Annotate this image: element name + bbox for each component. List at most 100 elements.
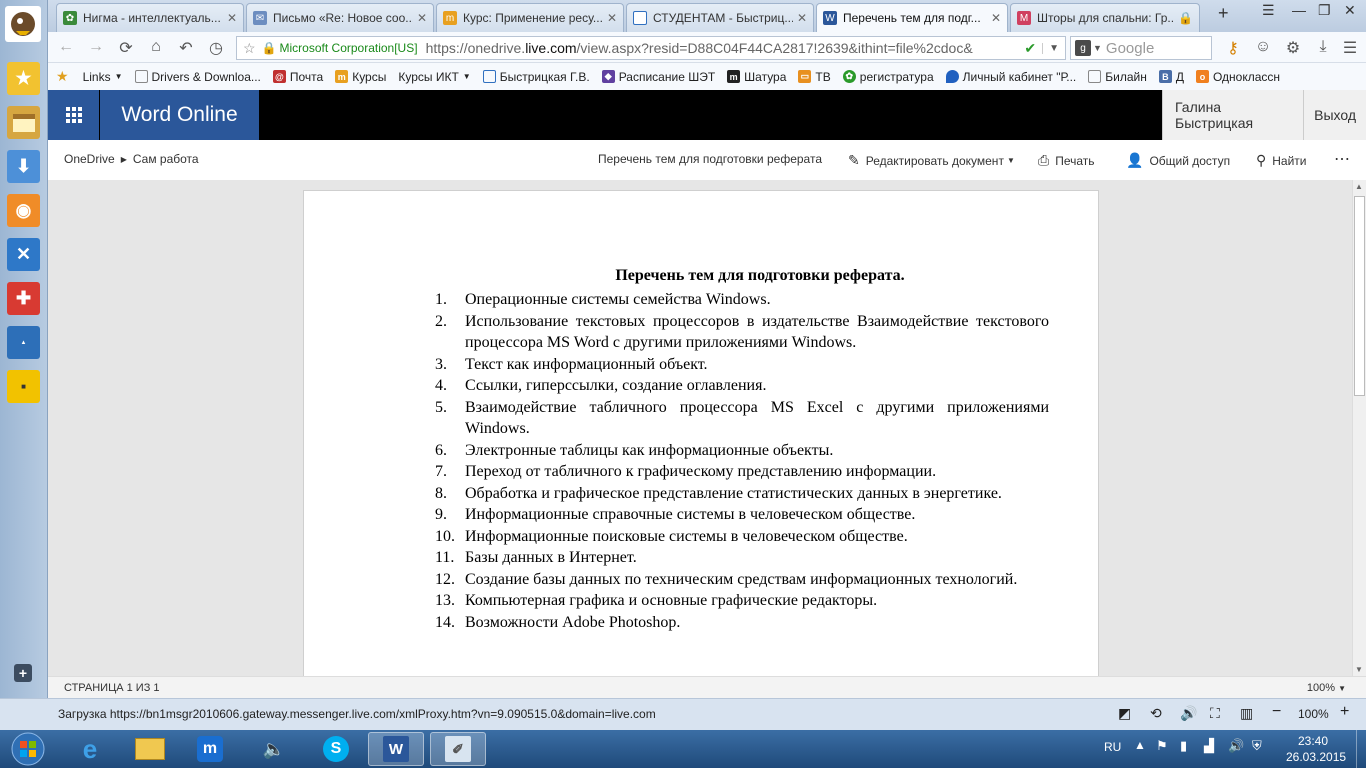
undo-close-icon[interactable]: ↶ — [176, 38, 196, 58]
close-icon[interactable]: ✕ — [417, 11, 427, 25]
add-panel-icon[interactable]: + — [14, 664, 32, 682]
downloads-icon[interactable]: ⬇ — [7, 150, 40, 183]
extension-icon[interactable]: ✔ — [1018, 40, 1042, 57]
tab-curtains[interactable]: M Шторы для спальни: Гр... 🔒 — [1010, 3, 1200, 32]
tray-chevron-icon[interactable]: ▲ — [1134, 738, 1146, 752]
reload-icon[interactable]: ⟳ — [116, 38, 136, 58]
volume-icon[interactable]: 🔊 — [1228, 738, 1244, 754]
dropdown-icon[interactable]: ▼ — [1042, 42, 1065, 54]
shield-icon[interactable]: ⛨ — [1252, 738, 1262, 754]
bookmark-ikt[interactable]: Курсы ИКТ ▼ — [398, 70, 470, 84]
document-canvas[interactable]: Перечень тем для подготовки реферата. 1.… — [48, 180, 1352, 690]
bookmark-odnoklassniki[interactable]: o Одноклассн — [1195, 70, 1280, 84]
back-icon[interactable]: ← — [56, 38, 76, 56]
close-icon[interactable]: ✕ — [797, 11, 807, 25]
browser-logo-icon[interactable] — [5, 6, 41, 42]
games-icon[interactable]: ✚ — [7, 282, 40, 315]
search-engine-dropdown-icon[interactable]: ▼ — [1093, 43, 1102, 53]
bookmark-schedule[interactable]: ◆ Расписание ШЭТ — [601, 70, 715, 84]
bookmark-bystritskaya[interactable]: Быстрицкая Г.В. — [482, 70, 590, 84]
tab-mail[interactable]: ✉ Письмо «Re: Новое соо... ✕ — [246, 3, 434, 32]
print-button[interactable]: ⎙ Печать — [1038, 152, 1095, 169]
address-bar[interactable]: ☆ 🔒 Microsoft Corporation[US] https://on… — [236, 36, 1066, 60]
maximize-button[interactable]: ❐ — [1318, 2, 1331, 19]
rss-icon[interactable]: ◉ — [7, 194, 40, 227]
browser-taskbar-icon[interactable]: ✐ — [430, 732, 486, 766]
fullscreen-icon[interactable]: ⛶ — [1210, 705, 1220, 722]
breadcrumb-onedrive[interactable]: OneDrive — [64, 152, 115, 166]
skype-icon[interactable]: S — [308, 732, 364, 766]
vertical-scrollbar[interactable]: ▲ ▼ — [1352, 180, 1366, 676]
history-icon[interactable]: ◷ — [206, 38, 226, 58]
scroll-thumb[interactable] — [1354, 196, 1365, 396]
zoom-out-icon[interactable]: − — [1272, 703, 1281, 721]
tab-students[interactable]: СТУДЕНТАМ - Быстриц... ✕ — [626, 3, 814, 32]
favorites-star-icon[interactable]: ★ — [56, 68, 69, 85]
breadcrumb-folder[interactable]: Сам работа — [133, 152, 199, 166]
close-icon[interactable]: ✕ — [227, 11, 237, 25]
bookmark-tv[interactable]: ▭ ТВ — [798, 70, 831, 84]
bookmark-vk[interactable]: BД — [1158, 70, 1184, 84]
user-name[interactable]: Галина Быстрицкая — [1162, 90, 1303, 140]
app-name[interactable]: Word Online — [100, 90, 259, 140]
taxi-icon[interactable]: ■ — [7, 370, 40, 403]
start-button[interactable] — [4, 732, 52, 766]
key-icon[interactable]: ⚷ — [1223, 38, 1243, 58]
bookmarks-star-icon[interactable]: ★ — [7, 62, 40, 95]
tabs-menu-icon[interactable]: ☰ — [1262, 2, 1275, 19]
flag-icon[interactable]: ⚑ — [1156, 738, 1168, 754]
more-options-icon[interactable]: ⋯ — [1334, 149, 1350, 169]
bookmark-drivers[interactable]: Drivers & Downloa... — [134, 70, 261, 84]
panels-icon[interactable]: ▥ — [1240, 705, 1253, 722]
internet-explorer-icon[interactable]: e — [62, 732, 118, 766]
tab-nigma[interactable]: ✿ Нигма - интеллектуаль... ✕ — [56, 3, 244, 32]
notes-icon[interactable] — [7, 106, 40, 139]
audio-player-icon[interactable]: 🔈 — [246, 732, 302, 766]
edit-document-button[interactable]: ✎ Редактировать документ ▼ — [848, 152, 1015, 169]
tab-word-document[interactable]: W Перечень тем для подг... ✕ — [816, 3, 1008, 32]
new-tab-button[interactable]: + — [1218, 3, 1229, 24]
bookmark-links[interactable]: Links ▼ — [83, 70, 123, 84]
find-button[interactable]: ⚲ Найти — [1256, 152, 1307, 169]
user-icon[interactable]: ☺ — [1253, 38, 1273, 56]
chart-icon[interactable]: ◩ — [1118, 705, 1131, 722]
file-explorer-icon[interactable] — [122, 732, 178, 766]
maxthon-icon[interactable]: m — [182, 732, 238, 766]
app-launcher-button[interactable] — [48, 90, 99, 140]
close-icon[interactable]: ✕ — [991, 11, 1001, 25]
share-button[interactable]: 👤 Общий доступ — [1126, 152, 1230, 169]
menu-icon[interactable]: ☰ — [1340, 38, 1360, 58]
bookmark-beeline[interactable]: Билайн — [1088, 70, 1147, 84]
search-input[interactable]: g ▼ Google — [1070, 36, 1212, 60]
zoom-in-icon[interactable]: + — [1340, 703, 1349, 721]
download-icon[interactable]: ⤓ — [1313, 38, 1333, 56]
home-icon[interactable]: ⌂ — [146, 38, 166, 56]
network-icon[interactable]: ▟ — [1204, 738, 1214, 754]
clock-date[interactable]: 26.03.2015 — [1286, 750, 1346, 764]
scroll-down-icon[interactable]: ▼ — [1355, 665, 1363, 674]
tab-course[interactable]: m Курс: Применение ресу... ✕ — [436, 3, 624, 32]
forward-icon[interactable]: → — [86, 38, 106, 56]
bookmark-cabinet[interactable]: Личный кабинет "Р... — [945, 70, 1076, 84]
word-taskbar-icon[interactable]: W — [368, 732, 424, 766]
battery-icon[interactable]: ▮ — [1180, 738, 1187, 754]
sync-icon[interactable]: ⟲ — [1150, 705, 1162, 722]
show-desktop-button[interactable] — [1356, 730, 1366, 768]
language-indicator[interactable]: RU — [1104, 740, 1121, 754]
close-icon[interactable]: ✕ — [607, 11, 617, 25]
word-zoom[interactable]: 100% ▼ — [1307, 682, 1346, 694]
scroll-up-icon[interactable]: ▲ — [1355, 182, 1363, 191]
market-icon[interactable]: ▲ — [7, 326, 40, 359]
sound-icon[interactable]: 🔊 — [1180, 705, 1197, 722]
bookmark-registry[interactable]: ✿ регистратура — [842, 70, 934, 84]
minimize-button[interactable]: — — [1292, 2, 1306, 18]
logout-link[interactable]: Выход — [1303, 90, 1366, 140]
bookmark-shatura[interactable]: m Шатура — [727, 70, 786, 84]
bookmark-courses[interactable]: m Курсы — [335, 70, 386, 84]
clock-time[interactable]: 23:40 — [1298, 734, 1328, 748]
tools-icon[interactable]: ✕ — [7, 238, 40, 271]
bookmark-star-icon[interactable]: ☆ — [243, 40, 256, 57]
close-window-button[interactable]: ✕ — [1344, 2, 1356, 19]
bookmark-mail[interactable]: @ Почта — [272, 70, 323, 84]
extensions-icon[interactable]: ⚙ — [1283, 38, 1303, 58]
